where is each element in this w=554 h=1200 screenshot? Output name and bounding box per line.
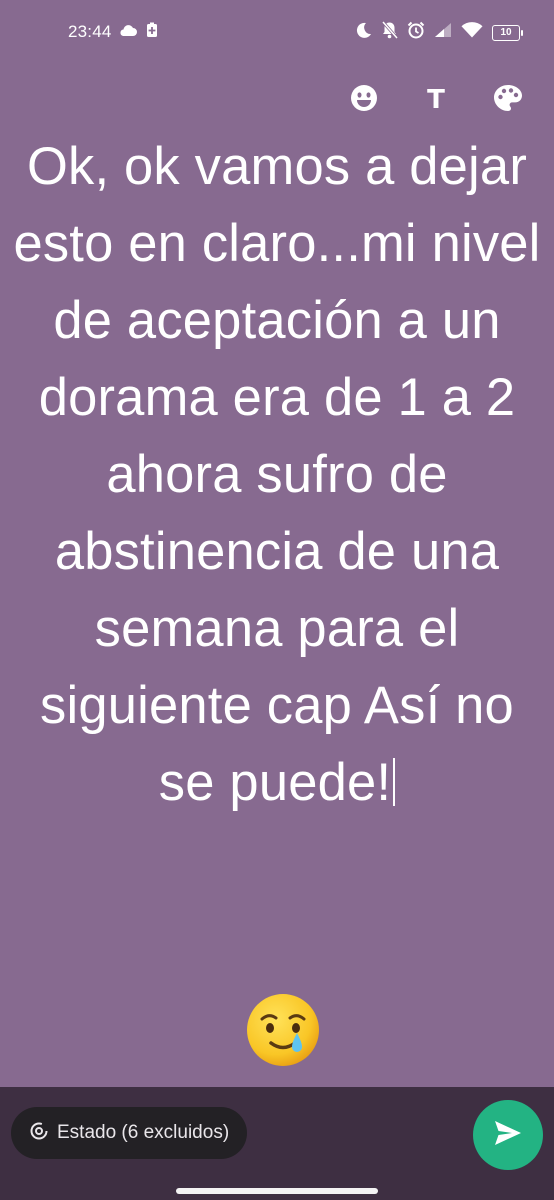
signal-icon <box>434 22 452 43</box>
palette-icon <box>493 84 523 117</box>
bottom-peek-text <box>30 1193 170 1200</box>
cloud-icon <box>118 23 138 42</box>
status-text-input[interactable]: Ok, ok vamos a dejar esto en claro...mi … <box>10 128 544 821</box>
gesture-bar[interactable] <box>176 1188 378 1194</box>
alarm-icon <box>407 21 425 44</box>
battery-saver-icon <box>146 22 158 43</box>
send-icon <box>494 1120 522 1151</box>
emoji-icon <box>350 84 378 117</box>
bell-off-icon <box>381 21 399 44</box>
status-bar: 23:44 10 <box>0 0 554 64</box>
text-style-button[interactable]: T <box>420 84 452 116</box>
bottom-bar: Estado (6 excluidos) <box>0 1087 554 1200</box>
text-cursor <box>393 758 396 806</box>
text-style-label: T <box>427 85 445 115</box>
crying-smile-emoji <box>243 990 323 1070</box>
status-text: Ok, ok vamos a dejar esto en claro...mi … <box>13 137 541 812</box>
clock: 23:44 <box>68 22 112 41</box>
emoji-button[interactable] <box>348 84 380 116</box>
editor-toolbar: T <box>348 82 524 118</box>
moon-icon <box>355 22 372 44</box>
status-privacy-chip[interactable]: Estado (6 excluidos) <box>11 1107 247 1159</box>
privacy-label: Estado (6 excluidos) <box>57 1122 230 1143</box>
send-button[interactable] <box>473 1100 543 1170</box>
privacy-ring-icon <box>29 1121 49 1146</box>
battery-icon: 10 <box>492 24 523 41</box>
color-palette-button[interactable] <box>492 84 524 116</box>
wifi-icon <box>461 22 483 43</box>
